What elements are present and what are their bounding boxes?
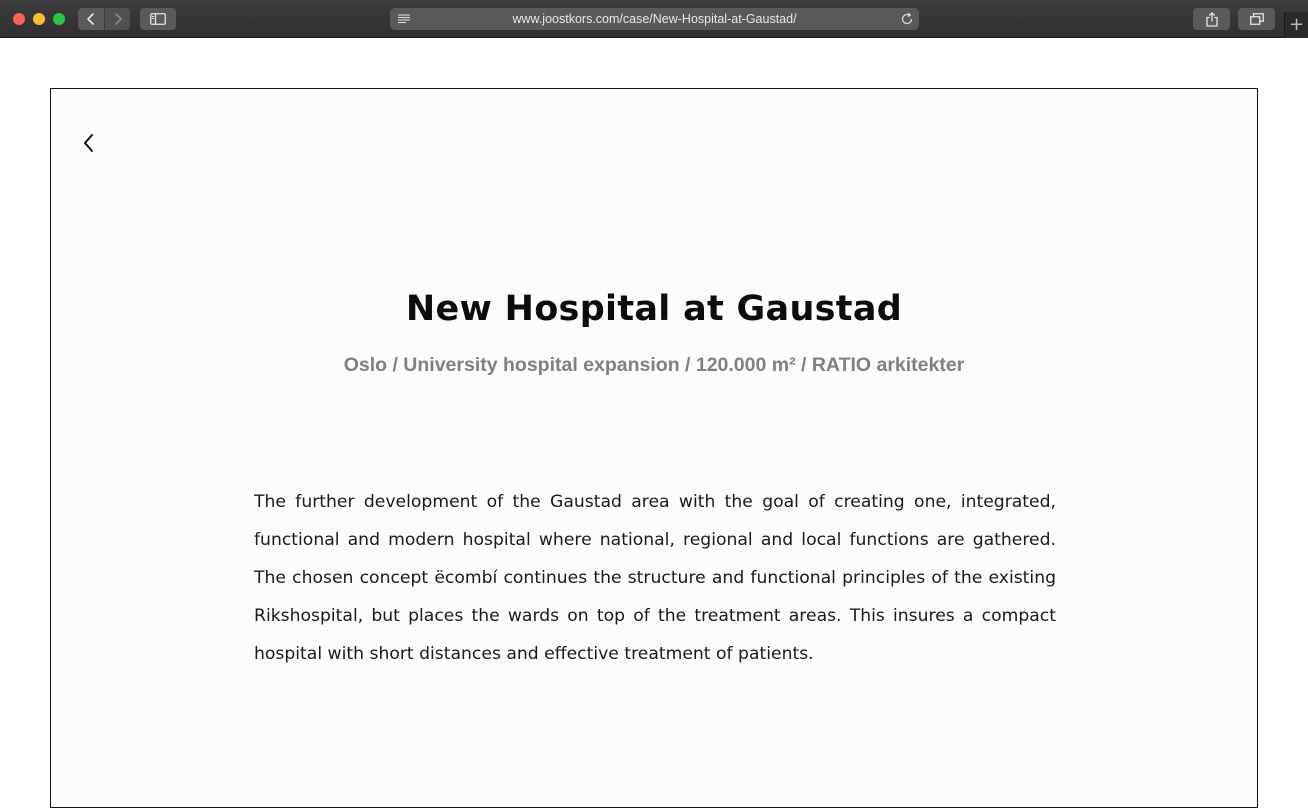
- show-tabs-button[interactable]: [1238, 8, 1275, 30]
- url-text[interactable]: www.joostkors.com/case/New-Hospital-at-G…: [390, 8, 919, 30]
- address-bar[interactable]: www.joostkors.com/case/New-Hospital-at-G…: [390, 8, 919, 30]
- case-card: New Hospital at Gaustad Oslo / Universit…: [50, 88, 1258, 808]
- share-button[interactable]: [1193, 8, 1230, 30]
- sidebar-icon: [150, 13, 166, 25]
- case-description: The further development of the Gaustad a…: [254, 492, 1056, 664]
- browser-toolbar: www.joostkors.com/case/New-Hospital-at-G…: [0, 0, 1308, 38]
- page-subtitle: Oslo / University hospital expansion / 1…: [343, 354, 965, 376]
- browser-forward-button[interactable]: [104, 8, 130, 30]
- chevron-left-icon: [84, 134, 93, 152]
- reload-icon[interactable]: [900, 12, 914, 26]
- web-page: New Hospital at Gaustad Oslo / Universit…: [0, 38, 1308, 808]
- chevron-right-icon: [114, 13, 122, 25]
- close-window-button[interactable]: [13, 13, 25, 25]
- back-link[interactable]: [79, 131, 99, 155]
- chevron-left-icon: [87, 13, 94, 25]
- minimize-window-button[interactable]: [33, 13, 45, 25]
- browser-back-button[interactable]: [78, 8, 104, 30]
- page-title: New Hospital at Gaustad: [405, 289, 903, 329]
- zoom-window-button[interactable]: [53, 13, 65, 25]
- share-icon: [1205, 11, 1218, 27]
- tabs-icon: [1249, 13, 1264, 25]
- sidebar-toggle-button[interactable]: [140, 8, 176, 30]
- new-tab-button[interactable]: +: [1284, 12, 1308, 38]
